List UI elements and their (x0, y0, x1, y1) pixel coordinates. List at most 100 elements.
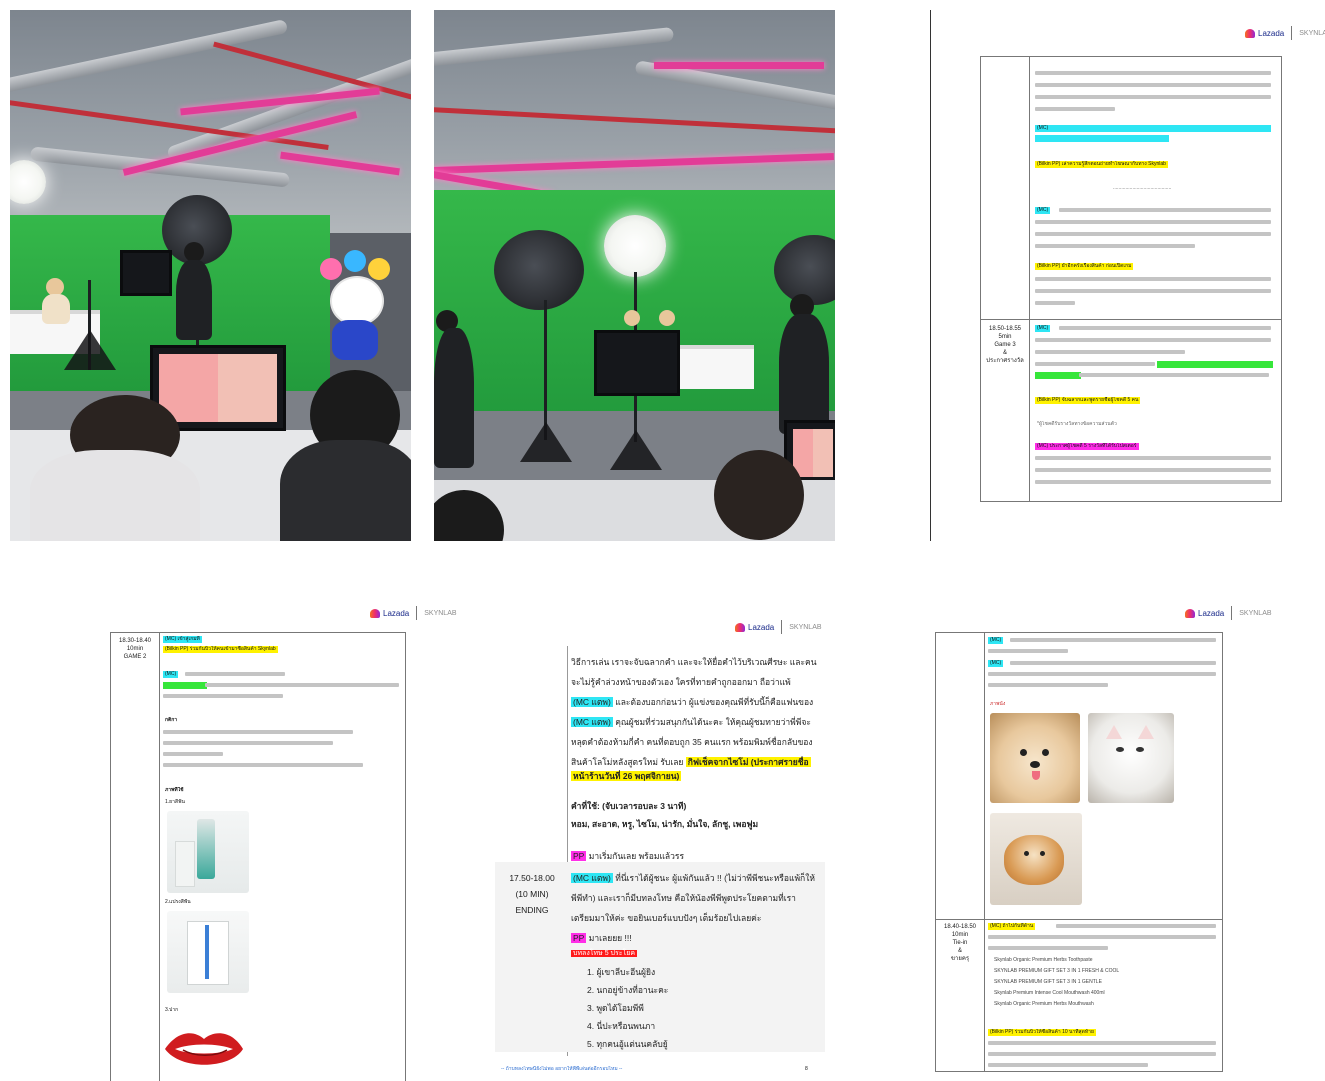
brand-separator (781, 620, 783, 634)
penalty-item: 1. ผู้เขาลีบะอีนผู้ยิง (587, 967, 656, 977)
kitten-eye (1116, 747, 1124, 752)
host (42, 294, 70, 324)
brand-separator (1231, 606, 1233, 620)
lazada-heart-icon (1185, 608, 1195, 618)
brand-sub: SKYNLAB (789, 623, 822, 631)
text-line (1035, 301, 1075, 305)
script-table: 18.50-18.55 5min Game 3 & ประกาศรางวัล (… (980, 56, 1282, 502)
mascot-body (332, 320, 378, 360)
shiba-eye (1040, 851, 1045, 856)
script-line: จะไม่รู้คำล่วงหน้าของตัวเอง ใครที่ทายคำถ… (571, 677, 791, 687)
product-item: SKYNLAB PREMIUM GIFT SET 3 IN 1 FRESH & … (994, 968, 1120, 974)
operator-left (30, 450, 200, 541)
time-range: 18.40-18.50 (943, 924, 977, 930)
text-line (185, 672, 285, 676)
tripod-legs (610, 430, 662, 470)
preview-screen (793, 429, 833, 477)
shiba-photo (990, 813, 1082, 905)
bilkin-label: (Bilkin PP) ร่วมกันบิ้วให้คนเข้ามาซื้อสิ… (163, 646, 278, 653)
toothbrush (205, 925, 209, 979)
text-line (1035, 480, 1271, 484)
penalty-item: 3. พูดได้โอมพีพี (587, 1003, 644, 1013)
mc-tag: (MC แตพ) (571, 717, 613, 727)
studio-monitor (120, 250, 172, 296)
text-line (988, 1041, 1216, 1045)
words-title: คำที่ใช้: (จับเวลารอบละ 3 นาที) (571, 801, 687, 811)
giftcheck-highlight: กิฟเช็คจากไซโม่ (ประกาศรายชื่อ (685, 757, 811, 767)
divider-dots: ........................................… (1113, 185, 1172, 191)
kitten-eye (1136, 747, 1144, 752)
toothpaste-tube (197, 819, 215, 879)
product-item: Skynlab Premium Intense Cool Mouthwash 4… (994, 990, 1105, 996)
lips-icon (165, 1033, 243, 1065)
puppy-eye (1020, 749, 1027, 756)
text-line (1035, 277, 1271, 281)
text-line (1059, 208, 1271, 212)
toothpaste-box (175, 841, 195, 887)
text-line (1035, 95, 1271, 99)
text-line (1035, 350, 1185, 354)
script-text: และต้องบอกก่อนว่า ผู้แข่งของคุณพีที่รับน… (615, 697, 814, 707)
items-title: ภาพที่ใช้ (165, 787, 184, 793)
script-text: มาเลยยย !!! (588, 933, 632, 943)
row-divider (936, 919, 1222, 920)
mc-label: (MC) (163, 671, 179, 678)
mc-label: (MC) (988, 660, 1004, 667)
crew-head (184, 242, 204, 262)
script-line: วิธีการเล่น เราจะจับฉลากคำ และจะให้ยื่อค… (571, 657, 817, 667)
text-line (1010, 661, 1216, 665)
pics-title: ภาพนัง (990, 701, 1006, 707)
mc-label: (MC) (1035, 207, 1051, 214)
segment-sub: ขายครุ (950, 956, 970, 962)
product-item: SKYNLAB PREMIUM GIFT SET 3 IN 1 GENTLE (994, 979, 1102, 985)
shiba-body (1004, 835, 1064, 885)
brand-name: Lazada (1198, 608, 1225, 618)
script-text: สินค้าโลโม่หลังสูตรใหม่ รับเลย (571, 757, 684, 767)
mc-label: (MC) ถ้าไปกันที่ด้าน (988, 923, 1036, 930)
crew-member (176, 260, 212, 340)
script-line: พีพีทำ) และเราก็มีบทลงโทษ คือให้น้องพีพี… (571, 893, 796, 903)
mc-tag: (MC แตพ) (571, 697, 613, 707)
studio-monitor (594, 330, 680, 396)
penalty-item: 4. นี่ปะหรือนพนภา (587, 1021, 656, 1031)
text-line (1035, 338, 1271, 342)
penalty-item: 2. นกอยู่ข้างที่อานะคะ (587, 985, 669, 995)
duration: (10 MIN) (515, 889, 549, 899)
note-text: *ผู้โชคดีรับรางวัลทางข้อความส่วนตัว (1037, 421, 1117, 427)
text-line (1035, 232, 1271, 236)
studio-photo-2 (434, 10, 835, 541)
mc-label: (MC) (988, 637, 1004, 644)
brand-sub: SKYNLAB (1239, 609, 1272, 617)
script-line: เตรียมมาให้ค่ะ ขอยินเบอร์แบบปังๆ เต็มร้อ… (571, 913, 762, 923)
light-stand (544, 300, 547, 440)
crew-member (779, 314, 829, 434)
brand-sub: SKYNLAB (424, 609, 457, 617)
softbox-light (494, 230, 584, 310)
pp-tag: PP (571, 933, 587, 943)
announce-date-highlight: หน้าร้านวันที่ 26 พฤศจิกายน) (571, 771, 682, 781)
script-line: (MC แตพ) คุณผู้ชมที่ร่วมสนุกกันได้นะคะ ใ… (571, 716, 811, 728)
text-line (1010, 638, 1216, 642)
puppy-eye (1042, 749, 1049, 756)
time-range: 17.50-18.00 (509, 873, 555, 883)
text-line (163, 752, 223, 756)
brand-separator (416, 606, 418, 620)
mascot-petal (368, 258, 390, 280)
studio-photo-1 (10, 10, 411, 541)
crew-member (434, 328, 474, 468)
script-table: 18.30-18.40 10min GAME 2 (MC) เข้าสู่เกม… (110, 632, 406, 1081)
script-line: หลุดคำต้องห้ามกี่คำ คนที่ตอบถูก 35 คนแรก… (571, 737, 813, 747)
page-number: 8 (805, 1066, 808, 1072)
segment-amp: & (1002, 350, 1007, 356)
text-line (988, 1052, 1216, 1056)
kitten-ear (1106, 725, 1122, 739)
lazada-logo: Lazada SKYNLAB (1245, 26, 1325, 40)
row-time-cell: 18.50-18.55 5min Game 3 & ประกาศรางวัล (981, 325, 1029, 365)
mc-label: (MC) (1035, 325, 1051, 332)
lazada-heart-icon (735, 622, 745, 632)
script-page-bottom-left: Lazada SKYNLAB 18.30-18.40 10min GAME 2 … (80, 590, 470, 1081)
column-divider (984, 633, 985, 1071)
penalty-item: 5. ทุกคนอู้แต่นนคลับยู้ (587, 1039, 668, 1049)
text-line (163, 741, 333, 745)
rules-title: กติกา (165, 717, 178, 723)
